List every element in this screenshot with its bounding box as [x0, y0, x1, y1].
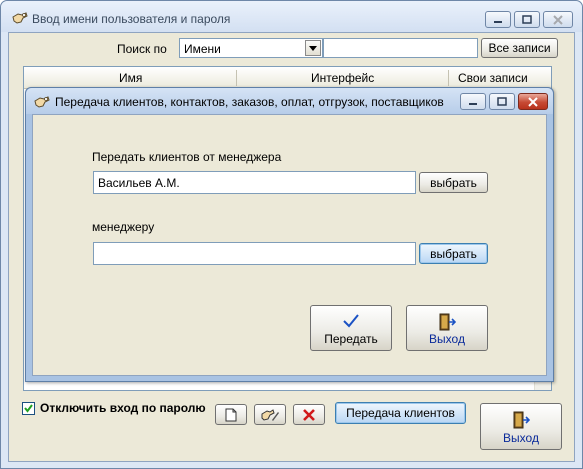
disable-password-checkbox[interactable] — [22, 402, 35, 415]
window-title: Ввод имени пользователя и пароля — [32, 12, 231, 26]
chevron-down-icon — [309, 45, 317, 51]
from-manager-field[interactable]: Васильев А.М. — [93, 171, 416, 194]
from-manager-label: Передать клиентов от менеджера — [92, 150, 282, 164]
column-header-name[interactable]: Имя — [119, 71, 142, 85]
disable-password-label[interactable]: Отключить вход по паролю — [40, 401, 206, 415]
dialog-title: Передача клиентов, контактов, заказов, о… — [55, 95, 444, 109]
door-exit-icon — [513, 411, 530, 429]
edit-record-button[interactable] — [254, 404, 286, 425]
dialog-exit-label: Выход — [429, 332, 465, 346]
new-record-button[interactable] — [215, 404, 247, 425]
combo-dropdown-button[interactable] — [305, 40, 321, 56]
column-header-interface[interactable]: Интерфейс — [311, 71, 374, 85]
new-document-icon — [225, 408, 237, 421]
all-records-button[interactable]: Все записи — [481, 38, 558, 58]
checkmark-icon — [24, 404, 33, 413]
table-header: Имя Интерфейс Свои записи — [24, 67, 551, 89]
maximize-icon — [522, 14, 532, 24]
hand-key-icon — [34, 96, 50, 108]
column-header-own-records[interactable]: Свои записи — [458, 71, 528, 85]
transfer-label: Передать — [324, 332, 378, 346]
minimize-icon — [469, 102, 477, 105]
checkmark-icon — [343, 314, 359, 328]
close-icon — [528, 96, 538, 107]
dialog-client-area: Передать клиентов от менеджера Васильев … — [32, 114, 547, 376]
choose-from-manager-button[interactable]: выбрать — [419, 172, 488, 193]
delete-record-button[interactable] — [293, 404, 325, 425]
close-button[interactable] — [543, 11, 573, 28]
transfer-clients-button[interactable]: Передача клиентов — [335, 402, 466, 424]
search-label: Поиск по — [117, 42, 167, 56]
outer-titlebar[interactable]: Ввод имени пользователя и пароля — [1, 1, 582, 32]
exit-button[interactable]: Выход — [480, 403, 562, 450]
delete-x-icon — [303, 408, 315, 421]
maximize-icon — [497, 96, 507, 106]
search-input[interactable] — [323, 38, 478, 58]
transfer-button[interactable]: Передать — [310, 305, 392, 351]
transfer-dialog: Передача клиентов, контактов, заказов, о… — [25, 87, 554, 382]
minimize-icon — [494, 20, 502, 23]
dialog-titlebar[interactable]: Передача клиентов, контактов, заказов, о… — [26, 88, 553, 114]
edit-icon — [261, 408, 279, 421]
dialog-minimize-button[interactable] — [460, 93, 486, 110]
maximize-button[interactable] — [514, 11, 540, 28]
to-manager-field[interactable] — [93, 242, 416, 265]
search-field-value: Имени — [184, 42, 221, 56]
search-field-combo[interactable]: Имени — [179, 38, 323, 58]
dialog-close-button[interactable] — [518, 93, 548, 110]
to-manager-label: менеджеру — [92, 220, 155, 234]
column-divider[interactable] — [448, 70, 449, 86]
minimize-button[interactable] — [485, 11, 511, 28]
column-divider[interactable] — [236, 70, 237, 86]
choose-to-manager-button[interactable]: выбрать — [419, 243, 488, 264]
exit-label: Выход — [503, 431, 539, 445]
close-icon — [553, 14, 563, 25]
dialog-maximize-button[interactable] — [489, 93, 515, 110]
door-exit-icon — [439, 313, 456, 331]
dialog-exit-button[interactable]: Выход — [406, 305, 488, 351]
hand-key-icon — [12, 12, 28, 24]
